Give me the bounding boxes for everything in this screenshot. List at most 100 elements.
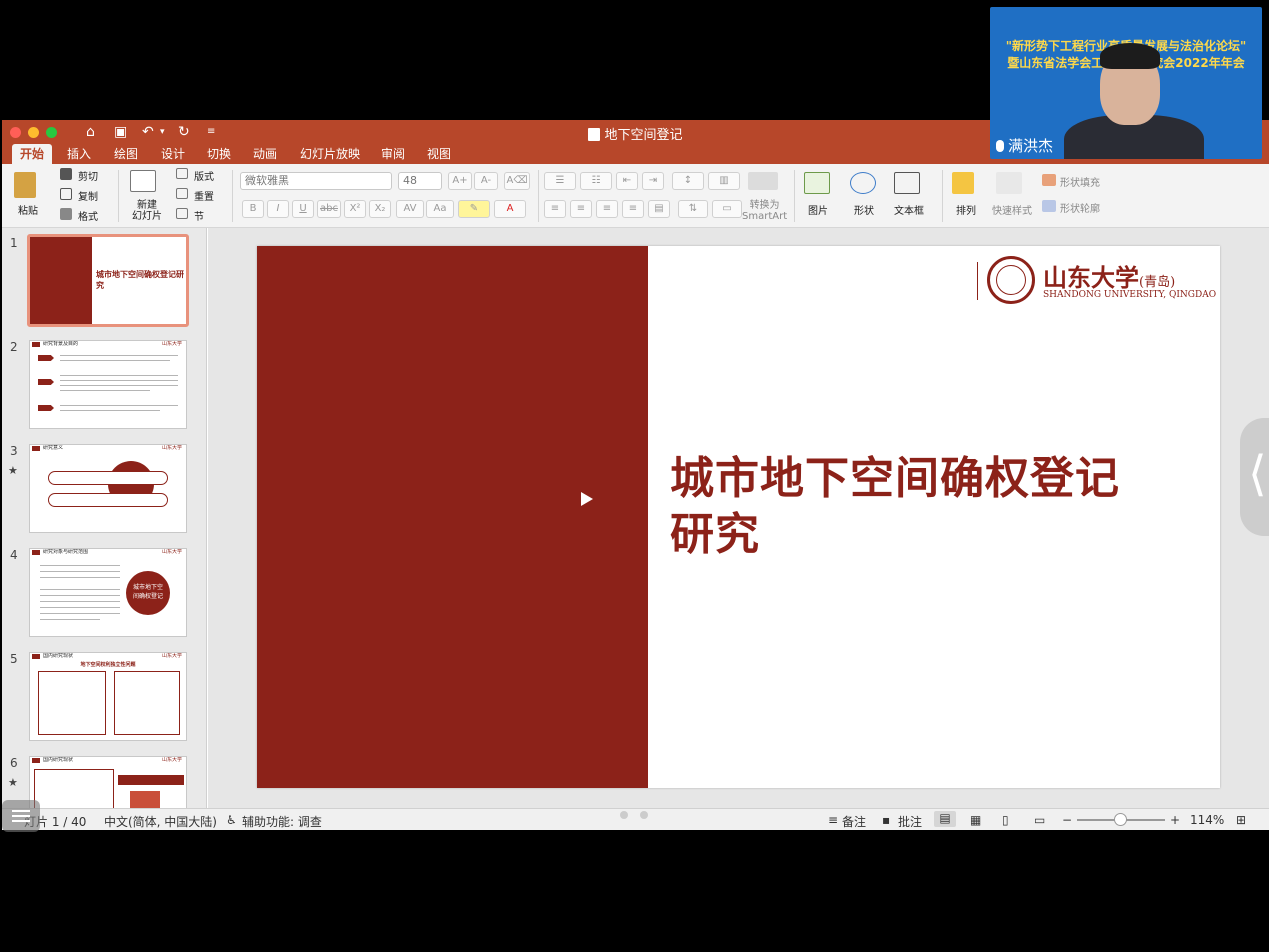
bullets-icon[interactable]: ☰	[544, 172, 576, 190]
paste-icon[interactable]	[14, 172, 36, 198]
zoom-out-button[interactable]: −	[1062, 813, 1072, 827]
tab-insert[interactable]: 插入	[59, 144, 99, 164]
floating-menu-button[interactable]	[2, 800, 40, 832]
tab-home[interactable]: 开始	[12, 144, 53, 164]
strikethrough-button[interactable]: abc	[317, 200, 341, 218]
quick-styles-button[interactable]: 快速样式	[992, 202, 1032, 217]
side-panel-handle[interactable]: ⟨	[1240, 418, 1269, 536]
italic-button[interactable]: I	[267, 200, 289, 218]
shape-button[interactable]: 形状	[854, 202, 874, 217]
reading-view-icon[interactable]: ▯	[1002, 813, 1009, 827]
new-slide-icon[interactable]	[130, 170, 156, 192]
font-name-select[interactable]: 微软雅黑	[240, 172, 392, 190]
slide-sorter-icon[interactable]: ▦	[970, 813, 981, 827]
normal-view-icon[interactable]: ▤	[934, 811, 956, 827]
tab-design[interactable]: 设计	[153, 144, 193, 164]
thumbnail-slide-4[interactable]: 研究对象与研究范围 山东大学 城市地下空 间确权登记	[29, 548, 187, 637]
picture-icon[interactable]	[804, 172, 830, 194]
zoom-slider-handle[interactable]	[1114, 813, 1127, 826]
justify-icon[interactable]: ≡	[622, 200, 644, 218]
line-spacing-icon[interactable]: ↕	[672, 172, 704, 190]
change-case-icon[interactable]: Aa	[426, 200, 454, 218]
slideshow-icon[interactable]: ▭	[1034, 813, 1045, 827]
tab-review[interactable]: 审阅	[373, 144, 413, 164]
picture-button[interactable]: 图片	[808, 202, 828, 217]
reset-button[interactable]: 重置	[194, 188, 214, 203]
thumbnail-slide-2[interactable]: 研究背景及目的 山东大学	[29, 340, 187, 429]
layout-button[interactable]: 版式	[194, 168, 214, 183]
format-painter-icon[interactable]	[60, 208, 72, 220]
highlight-icon[interactable]: ✎	[458, 200, 490, 218]
align-center-icon[interactable]: ≡	[570, 200, 592, 218]
language-indicator[interactable]: 中文(简体, 中国大陆)	[104, 813, 217, 830]
align-right-icon[interactable]: ≡	[596, 200, 618, 218]
comments-button[interactable]: 批注	[898, 813, 922, 830]
slide-thumbnail-pane[interactable]: 1 城市地下空间确权登记研究 2 研究背景及目的 山东大学 3 ★ 研究意义 山东大…	[2, 228, 207, 808]
slide-title[interactable]: 城市地下空间确权登记 研究	[670, 451, 1190, 563]
thumbnail-slide-3[interactable]: 研究意义 山东大学	[29, 444, 187, 533]
char-spacing-icon[interactable]: AV	[396, 200, 424, 218]
textbox-button[interactable]: 文本框	[894, 202, 924, 217]
section-button[interactable]: 节	[194, 208, 204, 223]
textbox-icon[interactable]	[894, 172, 920, 194]
smartart-icon[interactable]	[748, 172, 778, 190]
align-text-icon[interactable]: ▭	[712, 200, 742, 218]
shape-outline-button[interactable]: 形状轮廓	[1060, 200, 1100, 215]
thumbnail-slide-6[interactable]: 国内研究现状 山东大学	[29, 756, 187, 808]
columns-icon[interactable]: ▥	[708, 172, 740, 190]
zoom-in-button[interactable]: +	[1170, 813, 1180, 827]
arrange-icon[interactable]	[952, 172, 974, 194]
copy-button[interactable]: 复制	[78, 188, 98, 203]
paste-label[interactable]: 粘贴	[18, 202, 38, 217]
font-color-icon[interactable]: A	[494, 200, 526, 218]
slide-editor[interactable]: 城市地下空间确权登记 研究 山东大学(青岛) SHANDONG UNIVERSIT…	[208, 228, 1269, 808]
tab-slideshow[interactable]: 幻灯片放映	[292, 144, 368, 164]
reset-icon[interactable]	[176, 188, 188, 199]
thumbnail-slide-5[interactable]: 国内研究现状 山东大学 地下空间权利独立性问题	[29, 652, 187, 741]
text-direction-icon[interactable]: ⇅	[678, 200, 708, 218]
notes-icon[interactable]: ≡	[828, 813, 838, 827]
increase-font-icon[interactable]: A+	[448, 172, 472, 190]
video-call-overlay[interactable]: "新形势下工程行业高质量发展与法治化论坛" 暨山东省法学会工程法学研究会2022…	[990, 7, 1262, 159]
fit-to-window-icon[interactable]: ⊞	[1236, 813, 1246, 827]
indent-icon[interactable]: ⇥	[642, 172, 664, 190]
copy-icon[interactable]	[60, 188, 72, 200]
comments-icon[interactable]: ▪	[882, 813, 890, 827]
tab-animations[interactable]: 动画	[245, 144, 285, 164]
thumbnail-number: 3	[10, 444, 18, 458]
quick-styles-icon[interactable]	[996, 172, 1022, 194]
arrange-button[interactable]: 排列	[956, 202, 976, 217]
zoom-level[interactable]: 114%	[1190, 813, 1224, 827]
clear-format-icon[interactable]: A⌫	[504, 172, 530, 190]
convert-smartart-button[interactable]: 转换为 SmartArt	[742, 200, 787, 222]
outdent-icon[interactable]: ⇤	[616, 172, 638, 190]
notes-button[interactable]: 备注	[842, 813, 866, 830]
shape-fill-icon[interactable]	[1042, 174, 1056, 186]
thumbnail-slide-1[interactable]: 城市地下空间确权登记研究	[27, 234, 189, 327]
accessibility-icon[interactable]: ♿	[226, 813, 237, 827]
format-painter-button[interactable]: 格式	[78, 208, 98, 223]
distribute-icon[interactable]: ▤	[648, 200, 670, 218]
shape-icon[interactable]	[850, 172, 876, 194]
align-left-icon[interactable]: ≡	[544, 200, 566, 218]
layout-icon[interactable]	[176, 168, 188, 179]
play-icon[interactable]	[581, 492, 593, 506]
superscript-button[interactable]: X²	[344, 200, 366, 218]
subscript-button[interactable]: X₂	[369, 200, 391, 218]
accessibility-status[interactable]: 辅助功能: 调查	[242, 813, 322, 830]
tab-draw[interactable]: 绘图	[106, 144, 146, 164]
bold-button[interactable]: B	[242, 200, 264, 218]
decrease-font-icon[interactable]: A-	[474, 172, 498, 190]
font-size-select[interactable]: 48	[398, 172, 442, 190]
shape-outline-icon[interactable]	[1042, 200, 1056, 212]
tab-transitions[interactable]: 切换	[199, 144, 239, 164]
cut-icon[interactable]	[60, 168, 72, 180]
numbering-icon[interactable]: ☷	[580, 172, 612, 190]
current-slide[interactable]: 城市地下空间确权登记 研究 山东大学(青岛) SHANDONG UNIVERSIT…	[257, 246, 1220, 788]
shape-fill-button[interactable]: 形状填充	[1060, 174, 1100, 189]
tab-view[interactable]: 视图	[419, 144, 459, 164]
underline-button[interactable]: U	[292, 200, 314, 218]
new-slide-button[interactable]: 新建 幻灯片	[132, 200, 162, 222]
cut-button[interactable]: 剪切	[78, 168, 98, 183]
section-icon[interactable]	[176, 208, 188, 219]
